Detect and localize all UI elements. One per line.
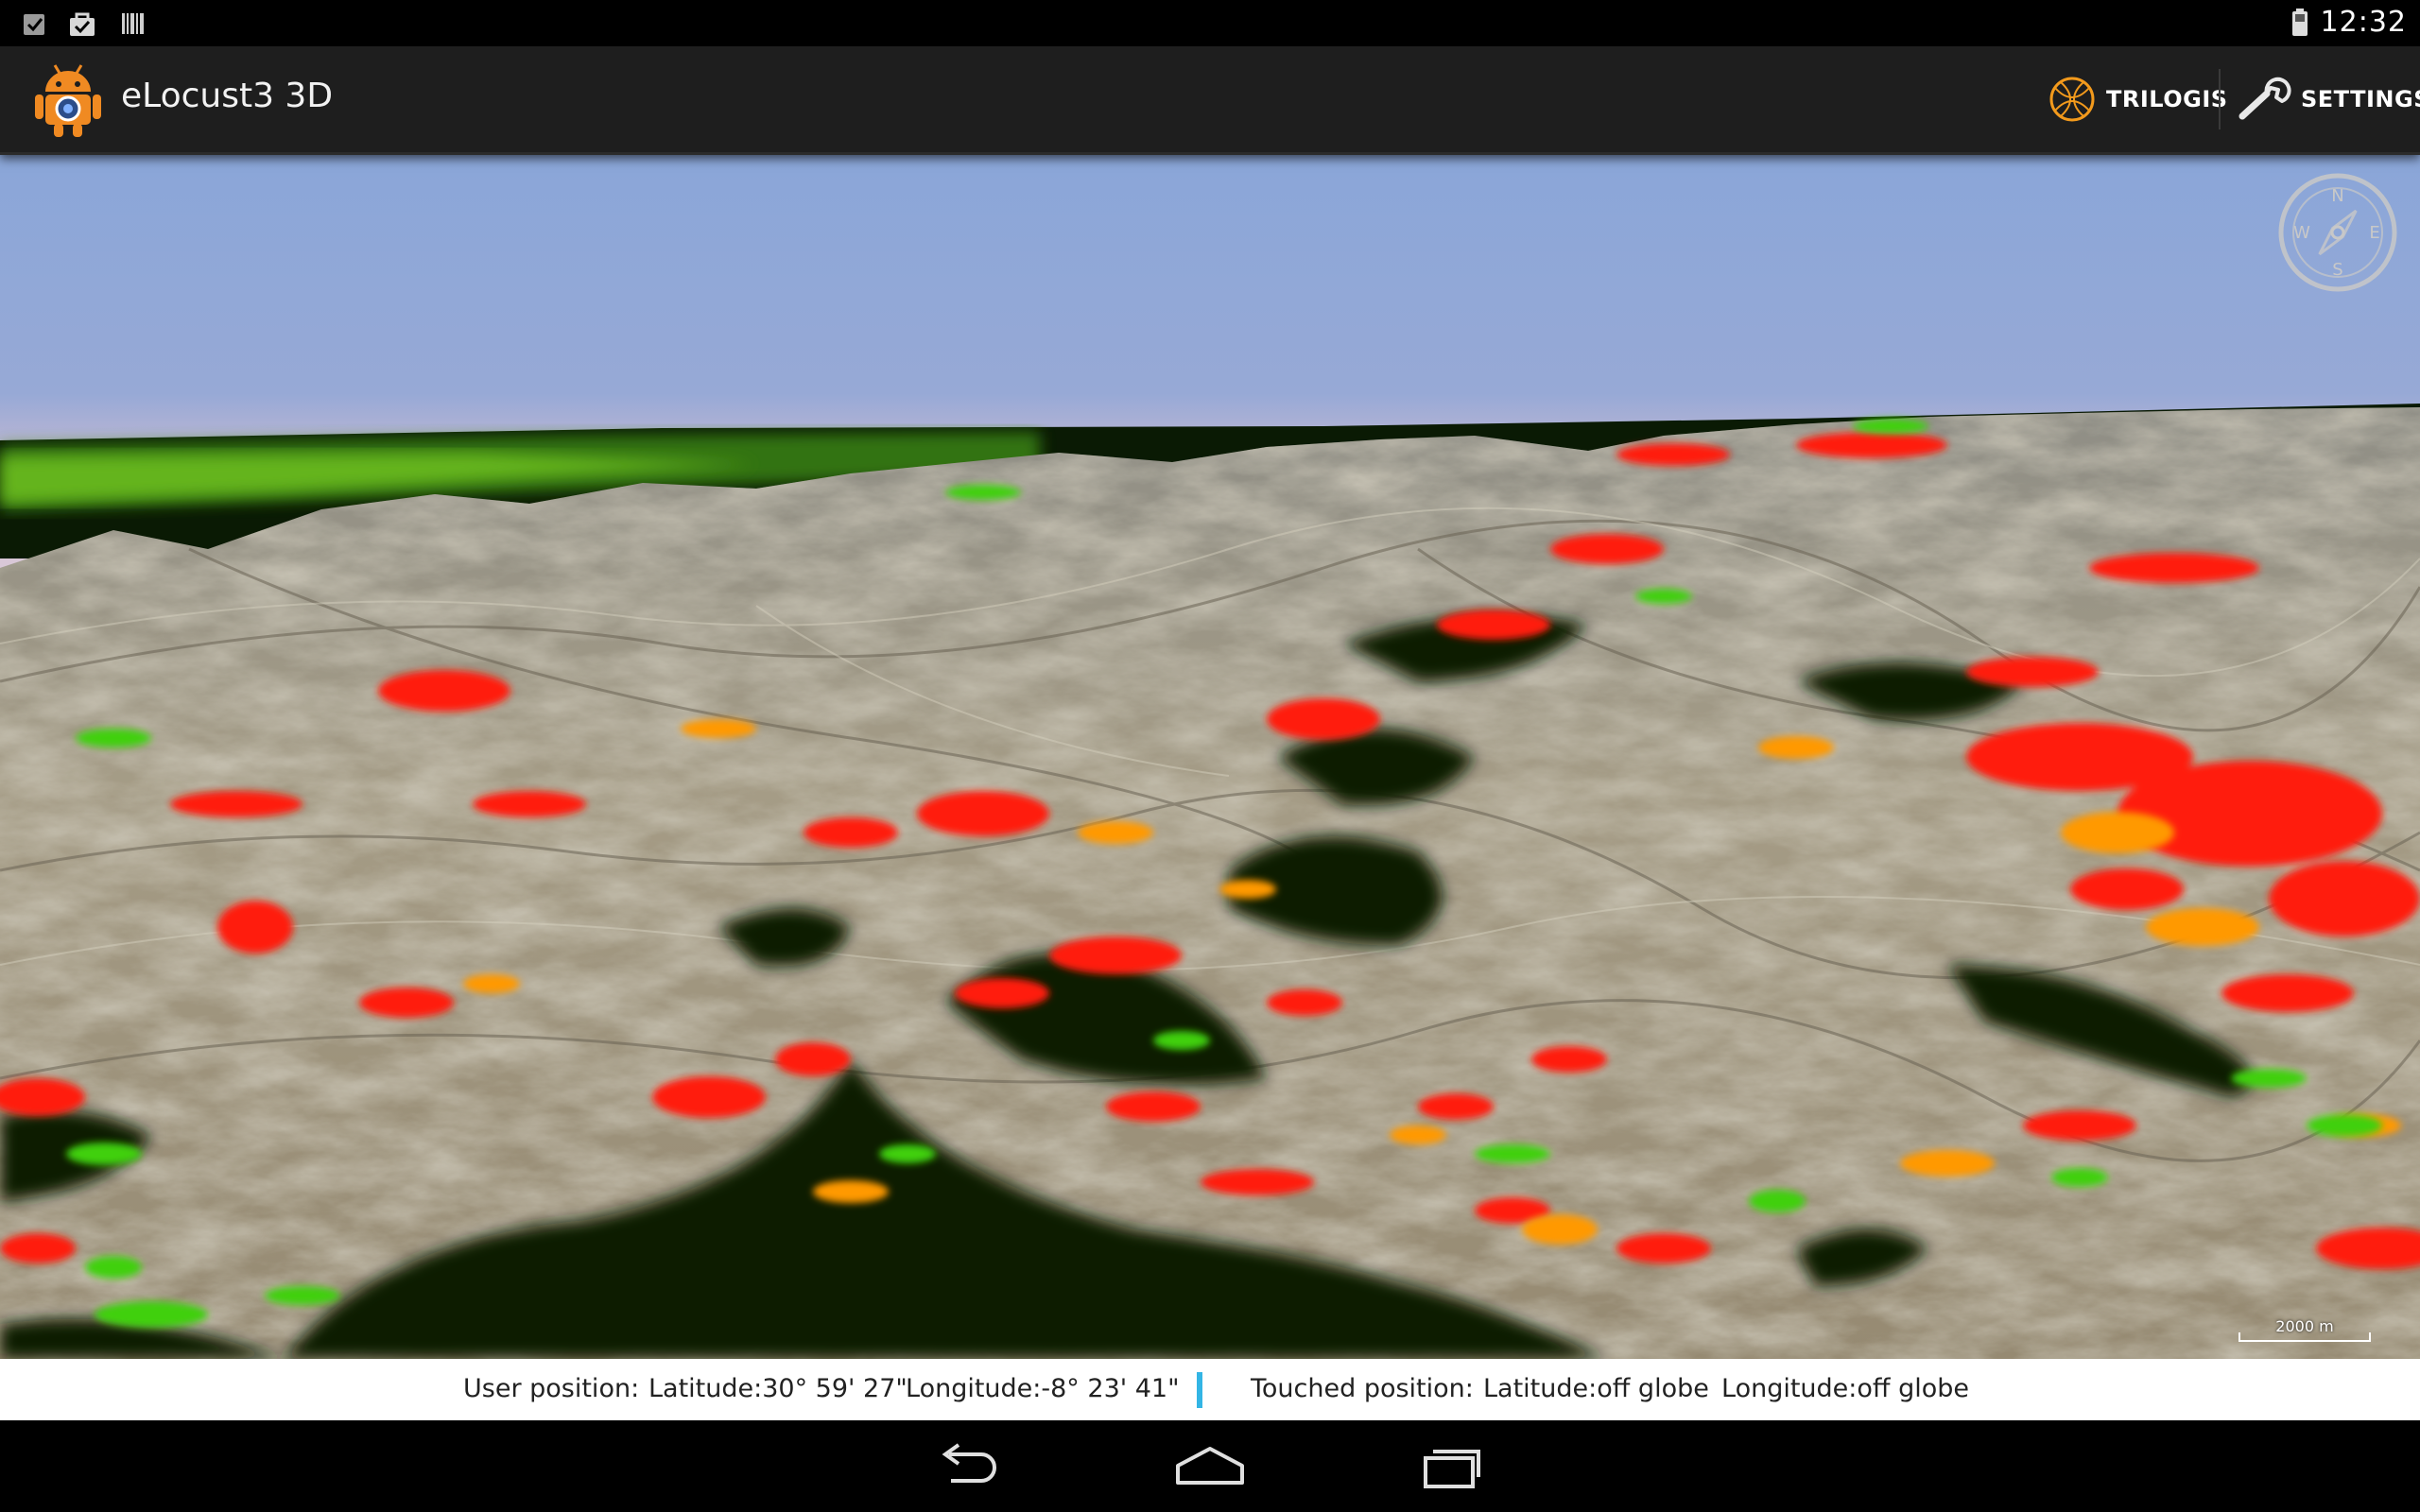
touched-latitude: Latitude:off globe: [1483, 1374, 1709, 1403]
position-info-bar: User position: Latitude:30° 59' 27" Long…: [0, 1359, 2420, 1420]
info-separator: [1197, 1372, 1202, 1408]
back-icon[interactable]: [930, 1441, 1006, 1490]
action-bar: eLocust3 3D TRILOGIS SETTINGS: [0, 46, 2420, 155]
user-longitude: Longitude:-8° 23' 41": [906, 1374, 1180, 1403]
scale-ruler: [2238, 1332, 2371, 1342]
trilogis-globe-icon: [2049, 77, 2095, 122]
touched-position-label: Touched position:: [1251, 1374, 1474, 1403]
checkbox-notification-icon: [24, 14, 44, 35]
clock: 12:32: [2320, 6, 2407, 39]
scale-bar: 2000 m: [2238, 1317, 2371, 1346]
user-position-label: User position:: [463, 1374, 640, 1403]
android-robot-icon[interactable]: [34, 61, 102, 139]
trilogis-label: TRILOGIS: [2106, 86, 2228, 112]
recents-icon[interactable]: [1414, 1441, 1490, 1490]
wrench-icon: [2238, 77, 2291, 120]
user-latitude: Latitude:30° 59' 27": [648, 1374, 908, 1403]
app-title: eLocust3 3D: [121, 77, 334, 115]
compass-south: S: [2332, 260, 2342, 280]
action-divider: [2219, 69, 2221, 129]
home-icon[interactable]: [1172, 1441, 1248, 1490]
compass-north: N: [2331, 186, 2343, 206]
trilogis-button[interactable]: TRILOGIS: [2048, 71, 2228, 128]
globe-3d-view[interactable]: N E S W 2000 m: [0, 152, 2420, 1359]
barcode-icon: [122, 13, 144, 34]
status-bar: 12:32: [0, 0, 2420, 46]
settings-label: SETTINGS: [2301, 86, 2420, 112]
touched-longitude: Longitude:off globe: [1721, 1374, 1969, 1403]
compass-east: E: [2369, 223, 2379, 243]
compass-icon[interactable]: N E S W: [2276, 171, 2399, 294]
navigation-bar: [0, 1420, 2420, 1512]
battery-icon: [2292, 9, 2308, 36]
shopping-bag-icon: [70, 12, 95, 36]
compass-west: W: [2293, 223, 2310, 243]
terrain-heatmap: [0, 404, 2420, 1359]
settings-button[interactable]: SETTINGS: [2238, 71, 2420, 128]
